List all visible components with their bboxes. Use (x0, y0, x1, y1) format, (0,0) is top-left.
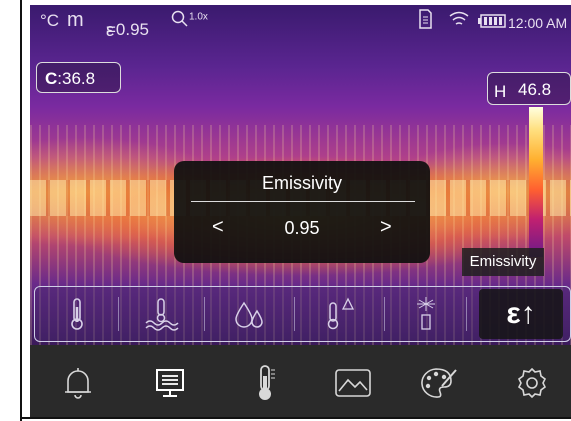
heat-wave-icon (145, 298, 179, 331)
high-temp-value: 46.8 (518, 80, 552, 99)
color-scale-bar (529, 107, 543, 257)
zoom-indicator: 1.0x (171, 10, 208, 28)
emissivity-dialog: Emissivity < 0.95 > (174, 161, 430, 263)
emissivity-tooltip: Emissivity (462, 248, 544, 276)
high-temp-label: H (494, 82, 507, 101)
magnifier-icon (171, 10, 188, 27)
center-temperature: C:36.8 (36, 62, 121, 93)
settings-button[interactable] (512, 363, 552, 403)
palette-icon (421, 368, 457, 398)
dialog-divider (191, 201, 415, 202)
frame-left-edge (20, 0, 22, 421)
bottom-toolbar (30, 345, 571, 417)
mode-humidity[interactable] (205, 287, 295, 341)
alarm-button[interactable] (58, 363, 98, 403)
palette-button[interactable] (418, 363, 458, 403)
mode-emissivity[interactable]: ε↑ (479, 289, 563, 339)
emissivity-icon: ε↑ (506, 297, 536, 330)
mode-heat-wave[interactable] (119, 287, 205, 341)
clock: 12:00 AM (508, 15, 568, 31)
measure-mode-indicator: m (67, 9, 84, 31)
status-bar: °C m ε =0.95 1.0x 12:00 AM (30, 5, 571, 40)
frame-bottom-edge (20, 417, 571, 419)
camera-screen: °C m ε =0.95 1.0x 12:00 AM C:36.8 H 46.8 … (30, 5, 571, 417)
thermometer-delta-icon (327, 297, 355, 330)
mode-laser[interactable] (385, 287, 467, 341)
increase-button[interactable]: > (380, 216, 392, 239)
image-icon (335, 369, 371, 397)
laser-icon (417, 297, 435, 330)
droplets-icon (235, 301, 263, 328)
thermometer-icon (259, 365, 275, 400)
gallery-button[interactable] (333, 363, 373, 403)
sd-card-icon (417, 9, 433, 34)
high-temperature: H 46.8 (487, 72, 571, 105)
display-button[interactable] (150, 363, 190, 403)
bell-icon (65, 368, 91, 399)
mode-strip: ε↑ (34, 286, 571, 342)
center-temp-prefix: C (45, 69, 58, 88)
mode-temperature-difference[interactable] (295, 287, 385, 341)
emissivity-indicator-value: =0.95 (106, 20, 150, 39)
battery-icon (478, 13, 506, 33)
display-icon (156, 369, 184, 397)
mode-thermometer[interactable] (35, 287, 119, 341)
dialog-title: Emissivity (262, 173, 342, 193)
settings-icon (517, 367, 547, 399)
measure-button[interactable] (245, 363, 285, 403)
unit-indicator: °C (40, 11, 60, 30)
thermometer-icon (71, 298, 83, 330)
wifi-icon (448, 9, 470, 34)
zoom-value: 1.0x (189, 11, 208, 23)
center-temp-value: :36.8 (57, 69, 96, 88)
